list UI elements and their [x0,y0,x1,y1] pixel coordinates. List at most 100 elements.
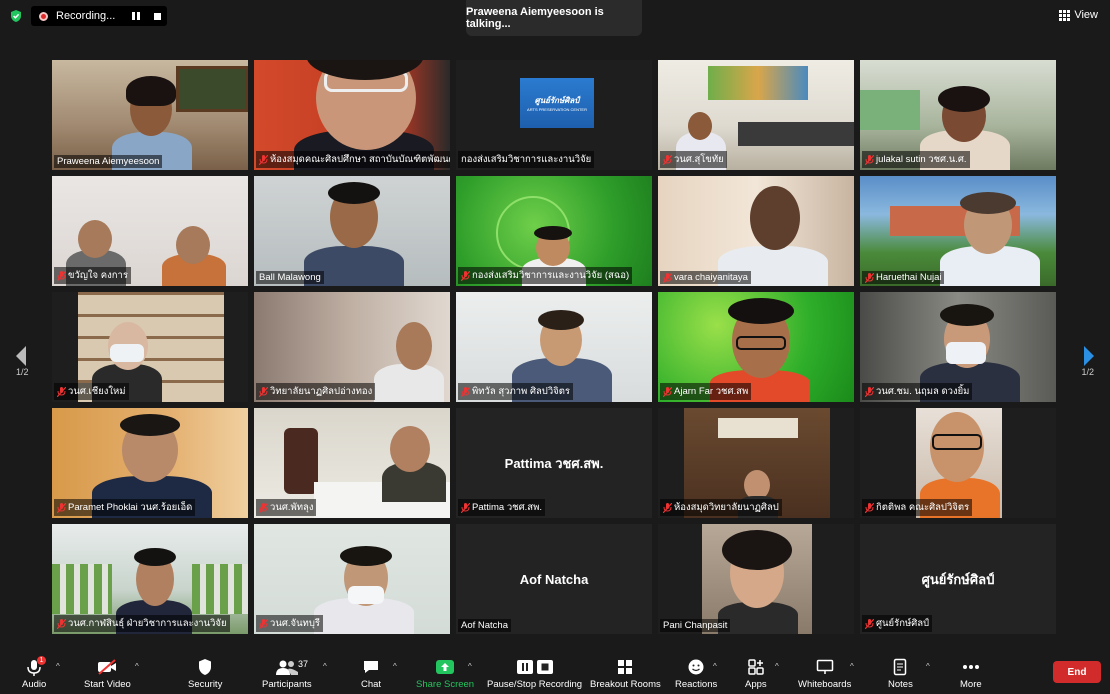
participant-name-tag: vara chaiyanitaya [660,271,751,284]
recording-label: Recording... [56,10,116,22]
participant-name-tag: กองส่งเสริมวิชาการและงานวิจัย [458,151,595,168]
muted-microphone-icon [663,386,672,397]
whiteboards-options-caret-icon[interactable]: ^ [850,662,854,671]
participant-name-tag: ศูนย์รักษ์ศิลป์ [862,615,933,632]
video-tile[interactable]: พิทวัล สุวภาพ ศิลปวิจิตร [456,292,652,402]
security-shield-icon [11,10,21,22]
video-tile[interactable]: Aof Natcha Aof Natcha [456,524,652,634]
muted-microphone-icon [57,502,66,513]
chat-options-caret-icon[interactable]: ^ [393,662,397,671]
muted-microphone-icon [57,618,66,629]
participant-name: Ajarn Far วชศ.สพ [674,386,749,397]
participants-options-caret-icon[interactable]: ^ [323,662,327,671]
breakout-rooms-icon [618,660,633,674]
stop-recording-icon[interactable] [154,12,161,20]
participant-name-tag: พิทวัล สุวภาพ ศิลปวิจิตร [458,383,574,400]
video-tile[interactable]: วนศ.จันทบุรี [254,524,450,634]
reactions-label: Reactions [675,679,718,690]
video-tile[interactable]: กองส่งเสริมวิชาการและงานวิจัย (สฉอ) [456,176,652,286]
participant-name: Ball Malawong [259,272,321,283]
notes-options-caret-icon[interactable]: ^ [926,662,930,671]
video-tile[interactable]: วนศ.กาฬสินธุ์ ฝ่ายวิชาการและงานวิจัย [52,524,248,634]
video-tile[interactable]: ศูนย์รักษ์ศิลป์ ศูนย์รักษ์ศิลป์ [860,524,1056,634]
participants-label: Participants [262,679,312,690]
whiteboards-button[interactable]: Whiteboards [798,658,851,690]
video-tile[interactable]: julakal sutin วชศ.น.ศ. [860,60,1056,170]
video-tile[interactable]: วนศ.พัทลุง [254,408,450,518]
participant-name-tag: Paramet Phoklai วนศ.ร้อยเอ็ด [54,499,196,516]
participant-name: พิทวัล สุวภาพ ศิลปวิจิตร [472,386,571,397]
security-button[interactable]: Security [188,658,222,690]
video-tile[interactable]: Ball Malawong [254,176,450,286]
participant-name-tag: วิทยาลัยนาฏศิลปอ่างทอง [256,383,376,400]
participant-name-tag: วนศ.กาฬสินธุ์ ฝ่ายวิชาการและงานวิจัย [54,615,230,632]
audio-options-caret-icon[interactable]: ^ [56,662,60,671]
notes-label: Notes [888,679,913,690]
pause-stop-icon [516,660,553,674]
video-tile[interactable]: Pattima วชศ.สพ. Pattima วชศ.สพ. [456,408,652,518]
video-tile[interactable]: Haruethai Nujai [860,176,1056,286]
muted-microphone-icon [865,618,874,629]
apps-options-caret-icon[interactable]: ^ [775,662,779,671]
chat-label: Chat [361,679,382,690]
chat-button[interactable]: Chat [361,658,381,690]
share-screen-button[interactable]: Share Screen [416,658,474,690]
muted-microphone-icon [259,502,268,513]
more-button[interactable]: More [960,658,982,690]
view-button[interactable]: View [1059,9,1098,21]
video-tile[interactable]: ขวัญใจ คงการ [52,176,248,286]
video-tile[interactable]: vara chaiyanitaya [658,176,854,286]
participant-name-tag: กิตติพล คณะศิลปวิจิตร [862,499,973,516]
video-tile[interactable]: Ajarn Far วชศ.สพ [658,292,854,402]
share-options-caret-icon[interactable]: ^ [468,662,472,671]
video-tile[interactable]: วนศ.ชม. นฤมล ดวงยิ้ม [860,292,1056,402]
reactions-options-caret-icon[interactable]: ^ [713,662,717,671]
pause-recording-icon[interactable] [132,12,142,20]
video-options-caret-icon[interactable]: ^ [135,662,139,671]
apps-icon [748,659,764,675]
meeting-toolbar: Audio 1 ^ Start Video ^ Security Partici… [0,650,1110,694]
video-tile[interactable]: ห้องสมุดคณะศิลปศึกษา สถาบันบัณฑิตพัฒนศ..… [254,60,450,170]
video-tile[interactable]: วนศ.สุโขทัย [658,60,854,170]
reactions-button[interactable]: Reactions [675,658,717,690]
video-tile[interactable]: ห้องสมุดวิทยาลัยนาฏศิลป [658,408,854,518]
participant-name: ขวัญใจ คงการ [68,270,128,281]
participant-name: Pattima วชศ.สพ. [472,502,542,513]
video-tile[interactable]: Pani Chanpasit [658,524,854,634]
participant-name: วนศ.จันทบุรี [270,618,320,629]
apps-button[interactable]: Apps [745,658,767,690]
muted-microphone-icon [865,272,874,283]
video-tile[interactable]: วิทยาลัยนาฏศิลปอ่างทอง [254,292,450,402]
participant-name: Pani Chanpasit [663,620,728,631]
arts-preservation-center-logo: ศูนย์รักษ์ศิลป์ ARTS PRESERVATION CENTER [520,78,594,128]
grid-view-icon [1059,9,1071,21]
muted-microphone-icon [663,272,672,283]
recording-indicator: Recording... [31,6,167,26]
audio-label: Audio [22,679,47,690]
participant-name: vara chaiyanitaya [674,272,748,283]
video-tile[interactable]: ศูนย์รักษ์ศิลป์ ARTS PRESERVATION CENTER… [456,60,652,170]
video-tile[interactable]: กิตติพล คณะศิลปวิจิตร [860,408,1056,518]
participant-name-tag: Aof Natcha [458,619,511,632]
muted-microphone-icon [259,618,268,629]
start-video-button[interactable]: Start Video [84,658,131,690]
pause-stop-recording-button[interactable]: Pause/Stop Recording [487,658,582,690]
participant-name: กองส่งเสริมวิชาการและงานวิจัย [461,154,592,165]
breakout-rooms-label: Breakout Rooms [590,679,661,690]
notes-icon [894,658,907,676]
breakout-rooms-button[interactable]: Breakout Rooms [590,658,661,690]
more-dots-icon [962,665,979,669]
video-off-icon [98,659,117,675]
whiteboards-label: Whiteboards [798,679,852,690]
smiley-icon [688,659,704,675]
end-meeting-button[interactable]: End [1053,661,1101,683]
chat-bubble-icon [364,661,379,673]
start-video-label: Start Video [84,679,131,690]
video-tile[interactable]: Praweena Aiemyeesoon [52,60,248,170]
video-tile[interactable]: วนศ.เชียงใหม่ [52,292,248,402]
notes-button[interactable]: Notes [888,658,913,690]
participants-icon [275,660,298,675]
muted-microphone-icon [57,386,66,397]
participant-name-tag: Pattima วชศ.สพ. [458,499,545,516]
video-tile[interactable]: Paramet Phoklai วนศ.ร้อยเอ็ด [52,408,248,518]
